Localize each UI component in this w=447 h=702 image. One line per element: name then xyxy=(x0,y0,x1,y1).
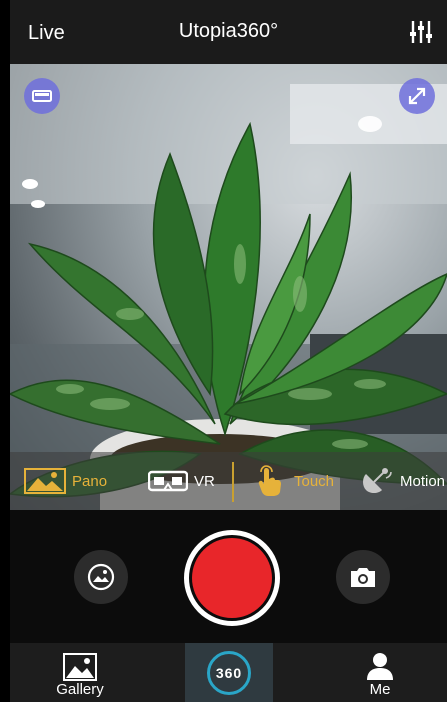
record-button[interactable] xyxy=(184,530,280,626)
mode-vr[interactable]: VR xyxy=(148,452,215,510)
photo-button[interactable] xyxy=(336,550,390,604)
bottom-tab-bar: Gallery 360 Me xyxy=(10,643,447,702)
logo-360-text: 360 xyxy=(215,664,243,681)
camera-preview[interactable] xyxy=(10,64,447,514)
tab-gallery[interactable]: Gallery xyxy=(50,643,110,702)
image-circle-icon xyxy=(87,563,115,591)
landscape-icon xyxy=(24,468,66,494)
app-title: Utopia360° xyxy=(178,20,279,42)
mode-label: Touch xyxy=(294,472,335,490)
plant-scene xyxy=(10,64,447,514)
capture-controls xyxy=(10,510,447,643)
album-button[interactable] xyxy=(74,550,128,604)
tab-360[interactable]: 360 xyxy=(185,643,273,702)
mode-divider xyxy=(232,462,234,502)
settings-sliders-icon[interactable] xyxy=(407,18,435,46)
mode-label: Pano xyxy=(72,472,108,490)
top-bar: Live Utopia360° xyxy=(10,0,447,64)
vr-goggles-icon xyxy=(148,470,188,492)
rectangle-view-icon xyxy=(32,90,52,102)
view-mode-button[interactable] xyxy=(24,78,60,114)
mode-label: Motion xyxy=(400,472,446,490)
camera-icon xyxy=(351,568,375,587)
mode-pano[interactable]: Pano xyxy=(24,452,107,510)
tab-label: Me xyxy=(369,681,391,698)
tab-me[interactable]: Me xyxy=(355,643,405,702)
touch-hand-icon xyxy=(258,465,281,496)
record-dot xyxy=(192,538,272,618)
mode-label: VR xyxy=(194,472,215,490)
gallery-icon xyxy=(63,653,97,681)
person-icon xyxy=(367,653,393,680)
motion-satellite-icon xyxy=(363,468,392,493)
mode-selector: Pano VR Touch Motion xyxy=(10,452,447,510)
expand-icon xyxy=(408,87,426,105)
fullscreen-button[interactable] xyxy=(399,78,435,114)
tab-label: Gallery xyxy=(56,681,104,698)
app-frame: Live Utopia360° Pano VR Touch Motion Gal… xyxy=(10,0,447,702)
logo-360-icon: 360 xyxy=(207,650,251,695)
mode-touch[interactable]: Touch xyxy=(254,452,334,510)
mode-motion[interactable]: Motion xyxy=(360,452,445,510)
